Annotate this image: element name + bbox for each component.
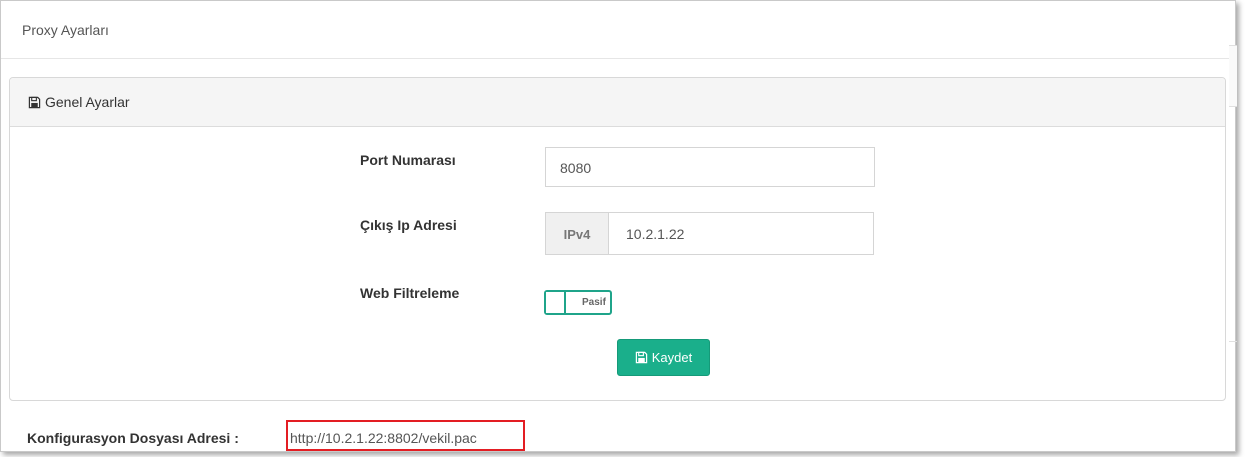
scrollbar[interactable] bbox=[1229, 45, 1237, 107]
web-filter-label: Web Filtreleme bbox=[360, 285, 460, 301]
toggle-knob bbox=[546, 292, 566, 313]
divider bbox=[1229, 341, 1237, 342]
panel-heading-title: Genel Ayarlar bbox=[45, 94, 130, 110]
exit-ip-label: Çıkış Ip Adresi bbox=[360, 217, 457, 233]
exit-ip-input-group[interactable]: IPv4 10.2.1.22 bbox=[545, 212, 874, 255]
port-label: Port Numarası bbox=[360, 152, 456, 168]
web-filter-toggle[interactable]: Pasif bbox=[544, 290, 612, 315]
config-file-url[interactable]: http://10.2.1.22:8802/vekil.pac bbox=[286, 420, 525, 451]
page-title: Proxy Ayarları bbox=[22, 22, 109, 38]
toggle-state-label: Pasif bbox=[582, 297, 606, 308]
floppy-disk-icon bbox=[28, 96, 41, 108]
window-frame: Proxy Ayarları Genel Ayarlar Port Numara… bbox=[0, 0, 1237, 452]
ipv4-addon: IPv4 bbox=[546, 213, 609, 254]
floppy-disk-icon bbox=[635, 351, 647, 364]
config-file-label: Konfigurasyon Dosyası Adresi : bbox=[27, 430, 239, 446]
save-button-label: Kaydet bbox=[651, 350, 693, 365]
port-input[interactable]: 8080 bbox=[545, 147, 875, 187]
exit-ip-input[interactable]: 10.2.1.22 bbox=[626, 226, 684, 242]
panel-heading: Genel Ayarlar bbox=[10, 78, 1225, 127]
page-header: Proxy Ayarları bbox=[1, 1, 1229, 59]
save-button[interactable]: Kaydet bbox=[617, 339, 710, 376]
